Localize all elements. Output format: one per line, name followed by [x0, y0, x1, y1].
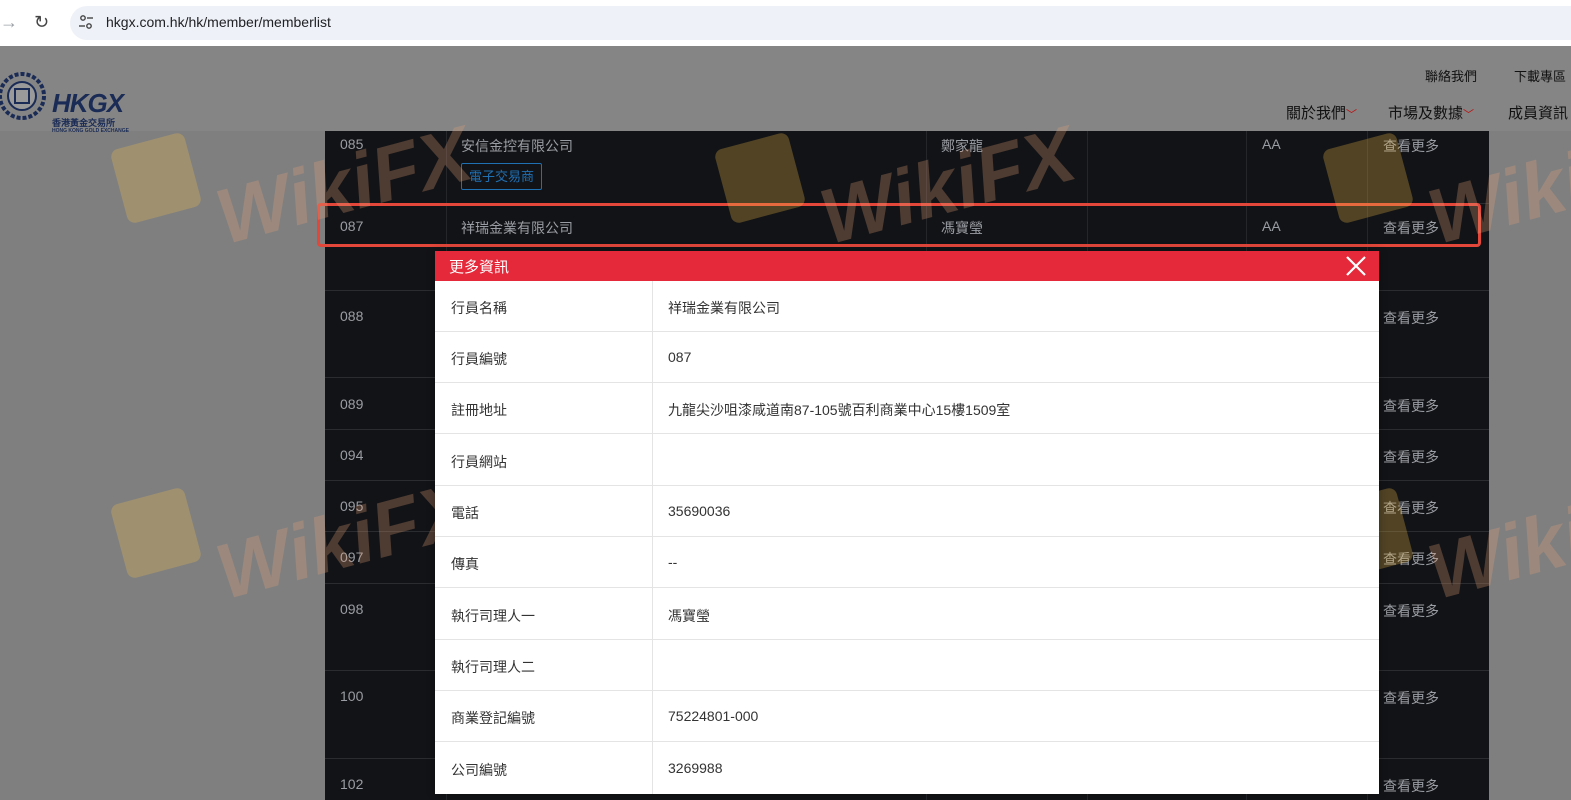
- close-icon[interactable]: [1343, 253, 1369, 279]
- info-value: --: [668, 554, 678, 570]
- info-row-website: 行員網站: [435, 435, 1379, 486]
- info-row-address: 註冊地址 九龍尖沙咀漆咸道南87-105號百利商業中心15樓1509室: [435, 383, 1379, 434]
- info-row-fax: 傳真 --: [435, 537, 1379, 588]
- member-grade: AA: [1262, 136, 1281, 152]
- chevron-down-icon: ﹀: [1463, 109, 1475, 121]
- info-row-member-name: 行員名稱 祥瑞金業有限公司: [435, 281, 1379, 332]
- chevron-down-icon: ﹀: [1346, 109, 1358, 121]
- nav-member-info-label: 成員資訊: [1508, 105, 1569, 122]
- forward-arrow-icon[interactable]: →: [0, 12, 18, 32]
- member-company: 安信金控有限公司: [461, 138, 573, 154]
- info-label: 執行司理人二: [451, 659, 535, 675]
- info-label: 電話: [451, 505, 479, 521]
- modal-title: 更多資訊: [449, 259, 510, 276]
- member-id: 089: [340, 396, 364, 412]
- info-value: 087: [668, 349, 692, 365]
- info-row-br-number: 商業登記編號 75224801-000: [435, 691, 1379, 742]
- view-more-link[interactable]: 查看更多: [1383, 688, 1439, 708]
- info-row-manager-1: 執行司理人一 馮寶瑩: [435, 589, 1379, 640]
- nav-member-info[interactable]: 成員資訊: [1508, 102, 1568, 123]
- reload-icon[interactable]: ↻: [34, 12, 54, 32]
- member-id: 102: [340, 776, 364, 792]
- nav-market-data[interactable]: 市場及數據﹀: [1388, 102, 1474, 123]
- info-value: 馮寶瑩: [668, 608, 710, 624]
- info-value: 75224801-000: [668, 708, 759, 724]
- nav-market-data-label: 市場及數據: [1388, 105, 1464, 122]
- info-label: 傳真: [451, 556, 479, 572]
- info-label: 註冊地址: [451, 402, 507, 418]
- member-id: 088: [340, 308, 364, 324]
- info-label: 執行司理人一: [451, 608, 535, 624]
- url-text: hkgx.com.hk/hk/member/memberlist: [106, 14, 331, 30]
- view-more-link[interactable]: 查看更多: [1383, 776, 1439, 796]
- info-label: 行員編號: [451, 351, 507, 367]
- info-label: 行員網站: [451, 454, 507, 470]
- logo-subtitle-en: HONG KONG GOLD EXCHANGE: [52, 128, 129, 134]
- info-row-phone: 電話 35690036: [435, 486, 1379, 537]
- contact-us-link[interactable]: 聯絡我們: [1425, 66, 1477, 85]
- site-settings-icon[interactable]: [78, 14, 94, 30]
- more-info-modal: 更多資訊 行員名稱 祥瑞金業有限公司 行員編號 087 註冊地址 九龍尖沙咀漆咸…: [435, 251, 1379, 794]
- browser-toolbar: → ↻ hkgx.com.hk/hk/member/memberlist: [0, 0, 1571, 46]
- info-value: 九龍尖沙咀漆咸道南87-105號百利商業中心15樓1509室: [668, 402, 1011, 418]
- info-label: 商業登記編號: [451, 710, 535, 726]
- info-row-member-number: 行員編號 087: [435, 332, 1379, 383]
- view-more-link[interactable]: 查看更多: [1383, 308, 1439, 328]
- address-bar[interactable]: hkgx.com.hk/hk/member/memberlist: [70, 6, 1571, 40]
- info-value: 35690036: [668, 503, 731, 519]
- info-value: 祥瑞金業有限公司: [668, 300, 780, 316]
- info-label: 行員名稱: [451, 300, 507, 316]
- info-row-manager-2: 執行司理人二: [435, 640, 1379, 691]
- view-more-link[interactable]: 查看更多: [1383, 601, 1439, 621]
- info-value: 3269988: [668, 760, 723, 776]
- hkgx-logo[interactable]: HKGX 香港黃金交易所 HONG KONG GOLD EXCHANGE: [0, 66, 135, 134]
- view-more-link[interactable]: 查看更多: [1383, 447, 1439, 467]
- logo-wordmark: HKGX: [52, 88, 124, 118]
- member-id: 098: [340, 601, 364, 617]
- nav-about-us-label: 關於我們: [1286, 105, 1347, 122]
- info-row-company-number: 公司編號 3269988: [435, 743, 1379, 794]
- modal-header: 更多資訊: [435, 251, 1379, 281]
- seal-logo-icon: [0, 72, 46, 120]
- nav-about-us[interactable]: 關於我們﹀: [1286, 102, 1357, 123]
- member-id: 100: [340, 688, 364, 704]
- downloads-link[interactable]: 下載專區: [1514, 66, 1566, 85]
- site-header: HKGX 香港黃金交易所 HONG KONG GOLD EXCHANGE 聯絡我…: [0, 46, 1571, 134]
- view-more-link[interactable]: 查看更多: [1383, 396, 1439, 416]
- member-id: 094: [340, 447, 364, 463]
- info-label: 公司編號: [451, 762, 507, 778]
